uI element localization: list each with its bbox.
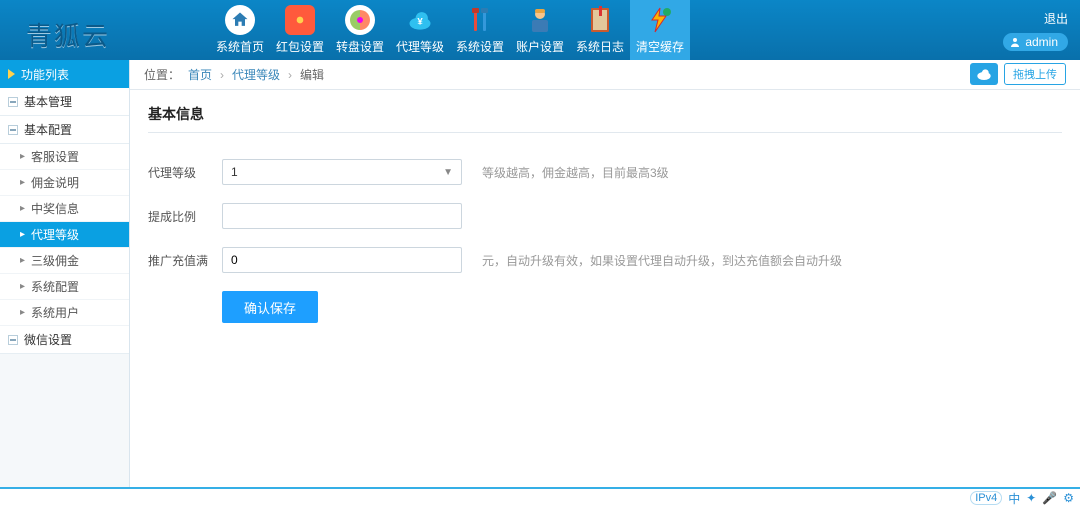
nav-wheel[interactable]: 转盘设置 bbox=[330, 0, 390, 60]
clear-icon bbox=[645, 5, 675, 35]
sparkle-icon[interactable]: ✦ bbox=[1026, 491, 1036, 505]
svg-text:¥: ¥ bbox=[417, 16, 423, 27]
row-level: 代理等级 1 ▼ 等级越高，佣金越高，目前最高3级 bbox=[148, 159, 1062, 185]
sidebar-item-agent-level[interactable]: 代理等级 bbox=[0, 222, 129, 248]
cloud-upload-icon bbox=[976, 67, 992, 81]
topnav: 系统首页 红包设置 转盘设置 ¥ 代理等级 系统设置 bbox=[210, 0, 690, 60]
label-level: 代理等级 bbox=[148, 164, 212, 181]
nav-account[interactable]: 账户设置 bbox=[510, 0, 570, 60]
row-recharge: 推广充值满 元，自动升级有效，如果设置代理自动升级，到达充值额会自动升级 bbox=[148, 247, 1062, 273]
panel-title: 基本信息 bbox=[148, 104, 1062, 133]
breadcrumb-home[interactable]: 首页 bbox=[188, 66, 212, 83]
nav-settings[interactable]: 系统设置 bbox=[450, 0, 510, 60]
sidebar-sublist: 客服设置 佣金说明 中奖信息 代理等级 三级佣金 系统配置 系统用户 bbox=[0, 144, 129, 326]
breadcrumb-current: 编辑 bbox=[300, 66, 324, 83]
bottombar: IPv4 中 ✦ 🎤 ⚙ bbox=[0, 487, 1080, 507]
breadcrumb: 位置： 首页 › 代理等级 › 编辑 拖拽上传 bbox=[130, 60, 1080, 90]
sidebar-group-basic-manage[interactable]: 基本管理 bbox=[0, 88, 129, 116]
top-right: 退出 admin bbox=[1003, 0, 1068, 60]
input-recharge[interactable] bbox=[222, 247, 462, 273]
nav-clearcache[interactable]: 清空缓存 bbox=[630, 0, 690, 60]
collapse-icon bbox=[8, 125, 18, 135]
chevron-down-icon: ▼ bbox=[443, 167, 453, 178]
label-ratio: 提成比例 bbox=[148, 208, 212, 225]
play-icon bbox=[8, 69, 15, 79]
ipv4-badge[interactable]: IPv4 bbox=[970, 491, 1002, 505]
upload-area: 拖拽上传 bbox=[970, 63, 1066, 85]
sidebar-item-kefu[interactable]: 客服设置 bbox=[0, 144, 129, 170]
collapse-icon bbox=[8, 97, 18, 107]
sidebar-group-basic-config[interactable]: 基本配置 bbox=[0, 116, 129, 144]
nav-home[interactable]: 系统首页 bbox=[210, 0, 270, 60]
breadcrumb-agent[interactable]: 代理等级 bbox=[232, 66, 280, 83]
book-icon bbox=[585, 5, 615, 35]
ime-icon[interactable]: 中 bbox=[1008, 490, 1020, 507]
home-icon bbox=[225, 5, 255, 35]
row-ratio: 提成比例 bbox=[148, 203, 1062, 229]
brand-logo: 青狐云 bbox=[8, 16, 150, 53]
cloud-icon: ¥ bbox=[405, 5, 435, 35]
nav-redpacket[interactable]: 红包设置 bbox=[270, 0, 330, 60]
sidebar-group-wechat[interactable]: 微信设置 bbox=[0, 326, 129, 354]
label-recharge: 推广充值满 bbox=[148, 252, 212, 269]
select-level[interactable]: 1 ▼ bbox=[222, 159, 462, 185]
admin-pill[interactable]: admin bbox=[1003, 33, 1068, 51]
cloud-upload-button[interactable] bbox=[970, 63, 998, 85]
collapse-icon bbox=[8, 335, 18, 345]
sidebar-item-system-user[interactable]: 系统用户 bbox=[0, 300, 129, 326]
hint-recharge: 元，自动升级有效，如果设置代理自动升级，到达充值额会自动升级 bbox=[482, 252, 842, 269]
logout-link[interactable]: 退出 bbox=[1044, 10, 1068, 27]
content: 位置： 首页 › 代理等级 › 编辑 拖拽上传 基本信息 代理等级 1 ▼ bbox=[130, 60, 1080, 487]
person-icon bbox=[1009, 36, 1021, 48]
sidebar-item-three-commission[interactable]: 三级佣金 bbox=[0, 248, 129, 274]
submit-button[interactable]: 确认保存 bbox=[222, 291, 318, 323]
sidebar-item-winning[interactable]: 中奖信息 bbox=[0, 196, 129, 222]
hint-level: 等级越高，佣金越高，目前最高3级 bbox=[482, 164, 669, 181]
redpacket-icon bbox=[285, 5, 315, 35]
topbar: 青狐云 系统首页 红包设置 转盘设置 ¥ 代理等级 bbox=[0, 0, 1080, 60]
user-icon bbox=[525, 5, 555, 35]
form-panel: 基本信息 代理等级 1 ▼ 等级越高，佣金越高，目前最高3级 提成比例 推 bbox=[148, 104, 1062, 323]
sidebar-item-commission-desc[interactable]: 佣金说明 bbox=[0, 170, 129, 196]
mic-icon[interactable]: 🎤 bbox=[1042, 491, 1057, 505]
tools-icon bbox=[465, 5, 495, 35]
sidebar-item-system-config[interactable]: 系统配置 bbox=[0, 274, 129, 300]
gear-icon[interactable]: ⚙ bbox=[1063, 491, 1074, 505]
nav-logs[interactable]: 系统日志 bbox=[570, 0, 630, 60]
input-ratio[interactable] bbox=[222, 203, 462, 229]
sidebar-title: 功能列表 bbox=[0, 60, 129, 88]
upload-label[interactable]: 拖拽上传 bbox=[1004, 63, 1066, 85]
sidebar: 功能列表 基本管理 基本配置 客服设置 佣金说明 中奖信息 代理等级 三级佣金 … bbox=[0, 60, 130, 487]
wheel-icon bbox=[345, 5, 375, 35]
nav-agent[interactable]: ¥ 代理等级 bbox=[390, 0, 450, 60]
